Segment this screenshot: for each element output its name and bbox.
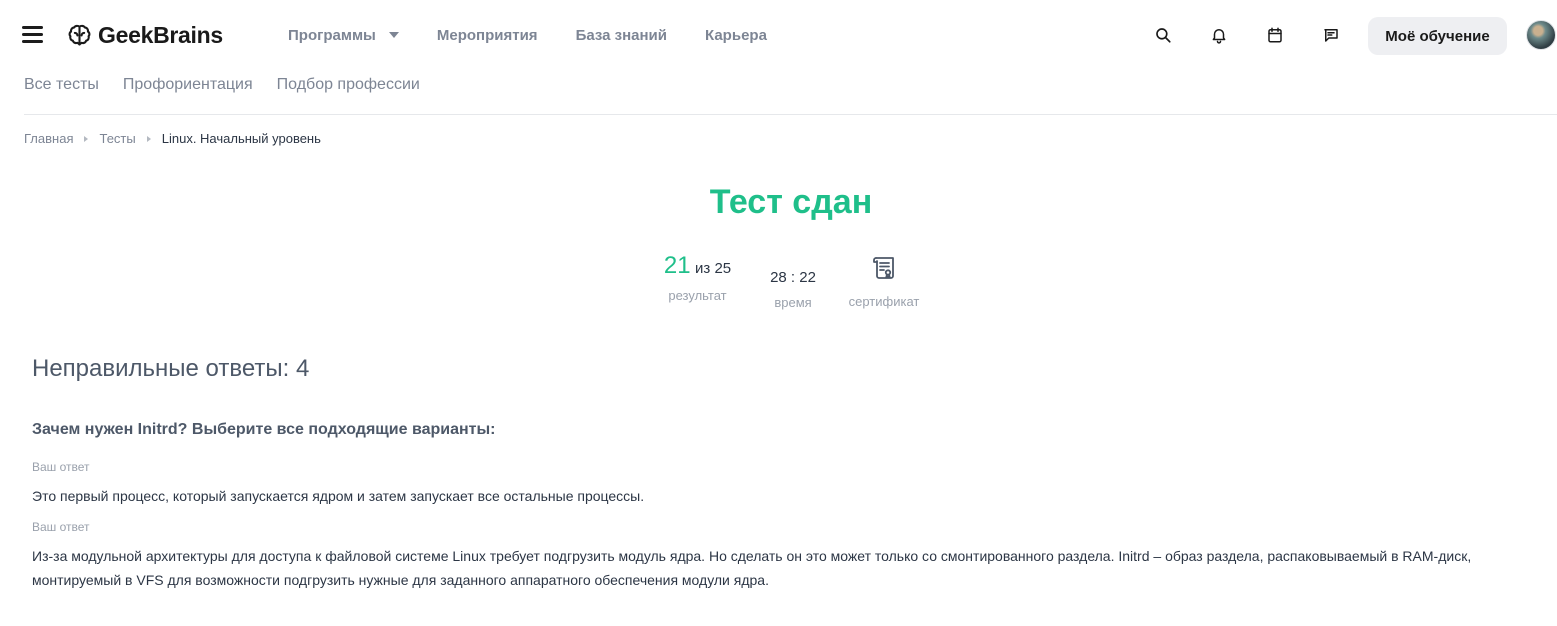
search-button[interactable]: [1150, 22, 1176, 48]
logo-text: GeekBrains: [98, 21, 223, 48]
nav-programs[interactable]: Программы: [288, 27, 399, 44]
main-nav: Программы Мероприятия База знаний Карьер…: [288, 25, 805, 45]
breadcrumb-separator-icon: [84, 135, 89, 142]
chat-icon: [1324, 29, 1338, 42]
score-value: 21: [663, 252, 691, 279]
breadcrumb-separator-icon: [146, 135, 151, 142]
score-total: из 25: [695, 260, 732, 277]
divider: [24, 114, 1557, 115]
breadcrumb-home[interactable]: Главная: [24, 131, 73, 146]
nav-career[interactable]: Карьера: [705, 27, 767, 44]
logo[interactable]: GeekBrains: [67, 22, 223, 48]
calendar-icon: [1268, 27, 1282, 43]
breadcrumb-current: Linux. Начальный уровень: [161, 131, 321, 146]
subnav-profession-selection[interactable]: Подбор профессии: [277, 76, 420, 94]
tests-subnav: Все тесты Профориентация Подбор професси…: [24, 76, 444, 94]
wrong-answers-heading: Неправильные ответы: 4: [32, 355, 310, 382]
page-title: Тест сдан: [709, 183, 873, 221]
time-label: время: [774, 295, 812, 310]
certificate-label: сертификат: [848, 294, 920, 309]
messages-button[interactable]: [1318, 22, 1344, 48]
nav-knowledge-base[interactable]: База знаний: [576, 27, 667, 44]
nav-events[interactable]: Мероприятия: [437, 27, 538, 44]
score-label: результат: [668, 288, 727, 303]
calendar-button[interactable]: [1262, 22, 1288, 48]
answer-label: Ваш ответ: [32, 460, 90, 474]
breadcrumb: Главная Тесты Linux. Начальный уровень: [24, 131, 321, 146]
answer-text: Из-за модульной архитектуры для доступа …: [32, 548, 1472, 588]
bell-icon: [1212, 29, 1226, 44]
top-header: GeekBrains Программы Мероприятия База зн…: [0, 0, 1557, 70]
certificate-stat[interactable]: сертификат: [845, 252, 923, 309]
search-icon: [1156, 28, 1171, 43]
header-icons: [1150, 22, 1374, 48]
nav-programs-label: Программы: [288, 26, 376, 44]
my-learning-button[interactable]: Моё обучение: [1368, 17, 1507, 55]
notifications-button[interactable]: [1206, 22, 1232, 48]
time-value: 28 : 22: [770, 269, 816, 286]
time-stat: 28 : 22 время: [763, 252, 823, 310]
breadcrumb-tests[interactable]: Тесты: [99, 131, 135, 146]
result-stats: 21 из 25 результат 28 : 22 время сертифи…: [0, 252, 1557, 322]
answer-label: Ваш ответ: [32, 520, 90, 534]
avatar[interactable]: [1526, 20, 1556, 50]
menu-icon[interactable]: [22, 26, 43, 43]
score-stat: 21 из 25 результат: [660, 252, 735, 303]
subnav-all-tests[interactable]: Все тесты: [24, 76, 99, 94]
chevron-down-icon: [388, 32, 399, 38]
answer-text: Это первый процесс, который запускается …: [32, 488, 645, 504]
brain-logo-icon: [68, 24, 91, 45]
question-text: Зачем нужен Initrd? Выберите все подходя…: [32, 421, 496, 438]
certificate-icon[interactable]: [870, 254, 898, 282]
subnav-career-guidance[interactable]: Профориентация: [123, 76, 253, 94]
